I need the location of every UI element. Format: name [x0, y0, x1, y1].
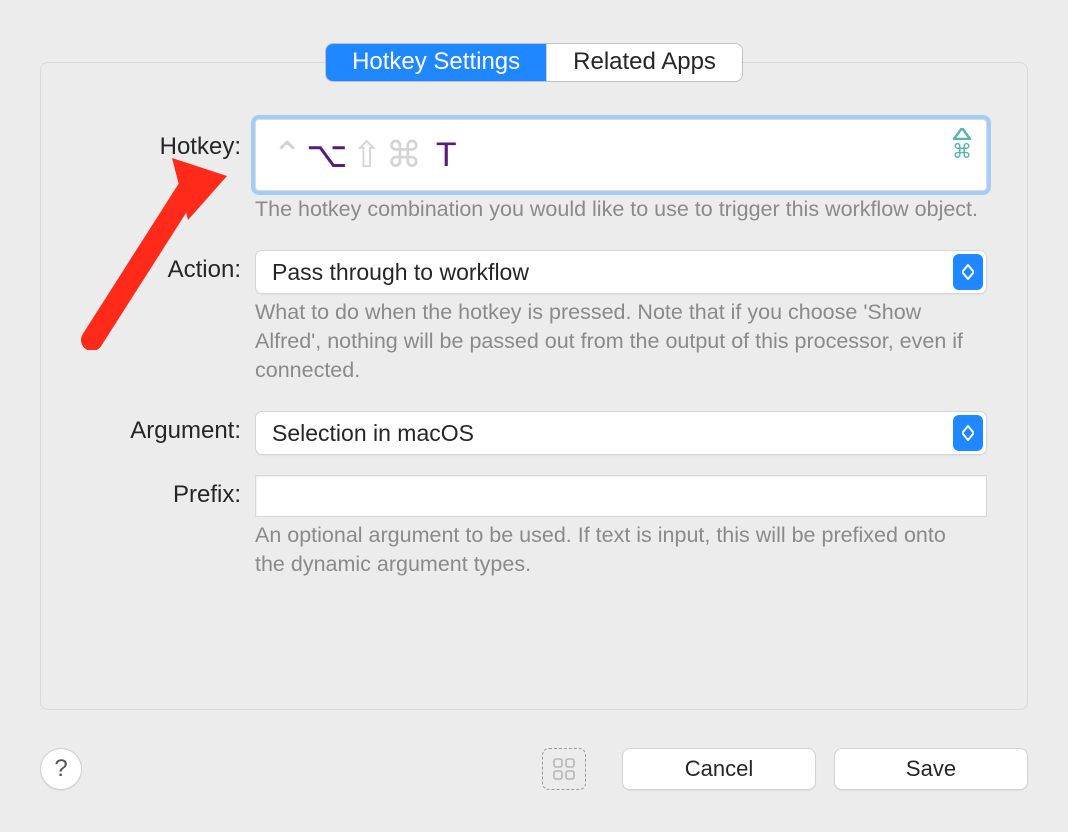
attach-object-button[interactable] — [542, 748, 586, 790]
hotkey-modifiers: ⌃ ⌥ ⇧ ⌘ T — [272, 137, 458, 173]
option-modifier-icon: ⌥ — [306, 137, 347, 173]
grid-icon — [553, 758, 575, 780]
argument-label: Argument: — [81, 411, 255, 445]
tab-hotkey-settings[interactable]: Hotkey Settings — [326, 44, 546, 81]
hotkey-key: T — [436, 138, 458, 172]
hotkey-help-text: The hotkey combination you would like to… — [255, 195, 981, 224]
action-label: Action: — [81, 250, 255, 284]
cancel-button[interactable]: Cancel — [622, 748, 816, 790]
save-button[interactable]: Save — [834, 748, 1028, 790]
help-button[interactable]: ? — [40, 748, 82, 790]
command-modifier-icon: ⌘ — [386, 137, 422, 173]
prefix-label: Prefix: — [81, 475, 255, 509]
settings-pane: Hotkey: ⌃ ⌥ ⇧ ⌘ T ⌘ The hotkey combinati… — [40, 62, 1028, 710]
action-select-value: Pass through to workflow — [272, 259, 529, 286]
prefix-input[interactable] — [255, 475, 987, 517]
control-modifier-icon: ⌃ — [272, 137, 302, 173]
argument-select-value: Selection in macOS — [272, 420, 474, 447]
argument-select-stepper-icon — [953, 415, 983, 451]
prefix-help-text: An optional argument to be used. If text… — [255, 521, 981, 579]
footer: ? Cancel Save — [40, 746, 1028, 792]
hotkey-label: Hotkey: — [81, 119, 255, 161]
tab-related-apps[interactable]: Related Apps — [546, 44, 742, 81]
shift-modifier-icon: ⇧ — [352, 137, 382, 173]
action-help-text: What to do when the hotkey is pressed. N… — [255, 298, 981, 385]
action-select[interactable]: Pass through to workflow — [255, 250, 987, 294]
hotkey-pass-through-icon: ⌘ — [952, 128, 972, 162]
action-select-stepper-icon — [953, 254, 983, 290]
tab-bar: Hotkey Settings Related Apps — [326, 44, 742, 81]
argument-select[interactable]: Selection in macOS — [255, 411, 987, 455]
hotkey-field[interactable]: ⌃ ⌥ ⇧ ⌘ T ⌘ — [255, 119, 987, 191]
